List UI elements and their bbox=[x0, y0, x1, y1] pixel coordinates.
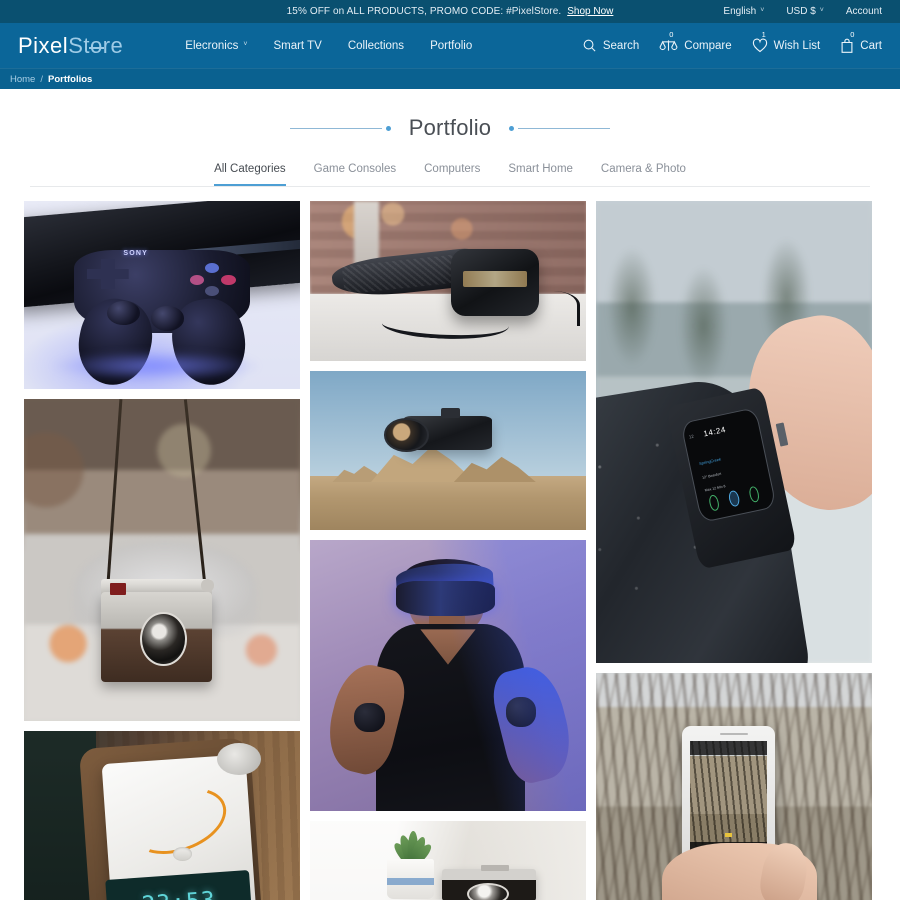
title-decoration-left bbox=[289, 125, 391, 131]
gallery-item-ps3-controller[interactable]: SONY bbox=[24, 201, 300, 389]
breadcrumb: Home / Portfolios bbox=[0, 68, 900, 89]
breadcrumb-separator: / bbox=[40, 73, 43, 85]
gallery-column-2 bbox=[310, 201, 586, 900]
compare-button[interactable]: 0 Compare bbox=[659, 31, 732, 53]
camera-desert-image bbox=[310, 371, 586, 530]
compare-icon: 0 bbox=[659, 31, 678, 53]
decoration-dot bbox=[509, 125, 515, 131]
watch-time: 14:24 bbox=[702, 424, 727, 438]
gallery-item-phone-photo[interactable] bbox=[596, 673, 872, 900]
nav-item-collections[interactable]: Collections bbox=[348, 40, 404, 52]
headphones-image bbox=[310, 201, 586, 361]
ps3-controller-image: SONY bbox=[24, 201, 300, 389]
compare-label: Compare bbox=[684, 39, 732, 52]
gallery-item-vintage-camera[interactable] bbox=[24, 399, 300, 721]
site-logo[interactable]: PixelStore bbox=[18, 33, 123, 59]
clock-display-time: 23:53 bbox=[141, 887, 217, 900]
compare-badge: 0 bbox=[669, 30, 674, 39]
account-label: Account bbox=[845, 6, 882, 17]
account-link[interactable]: Account bbox=[846, 6, 882, 17]
cart-label: Cart bbox=[860, 39, 882, 52]
filter-camera-photo[interactable]: Camera & Photo bbox=[601, 163, 686, 186]
decoration-dot bbox=[385, 125, 391, 131]
wishlist-label: Wish List bbox=[773, 39, 821, 52]
currency-selector[interactable]: USD $ ˅ bbox=[786, 6, 824, 17]
gallery-item-camera-desert[interactable] bbox=[310, 371, 586, 530]
gallery-column-3: 12 14:24 SpringCreek 12° Beaufort Max 12… bbox=[596, 201, 872, 900]
chevron-down-icon: ˅ bbox=[243, 41, 248, 48]
gallery-item-headphones[interactable] bbox=[310, 201, 586, 361]
search-button[interactable]: Search bbox=[582, 38, 639, 53]
logo-text-re: re bbox=[102, 32, 124, 58]
portfolio-gallery: SONY 12 14:24 SpringCreek 12° Beaufort M… bbox=[0, 201, 900, 900]
language-label: English bbox=[723, 6, 757, 17]
nav-label: Smart TV bbox=[273, 39, 322, 52]
logo-text-st: St bbox=[68, 32, 90, 58]
heart-icon: 1 bbox=[752, 31, 768, 53]
page-title-block: Portfolio bbox=[0, 115, 900, 141]
vr-headset-image bbox=[310, 540, 586, 811]
phone-photo-image bbox=[596, 673, 872, 900]
logo-text-pixel: Pixel bbox=[18, 32, 69, 58]
shopping-bag-icon: 0 bbox=[840, 30, 854, 54]
chevron-down-icon: ˅ bbox=[819, 7, 824, 14]
currency-label: USD $ bbox=[786, 6, 816, 17]
decoration-line bbox=[289, 127, 382, 129]
search-label: Search bbox=[602, 39, 640, 52]
chevron-down-icon: ˅ bbox=[760, 7, 765, 14]
nav-item-smart-tv[interactable]: Smart TV bbox=[273, 40, 321, 52]
apple-watch-image: 12 14:24 SpringCreek 12° Beaufort Max 12… bbox=[596, 201, 872, 663]
search-icon bbox=[582, 38, 597, 53]
watch-complication-label: SpringCreek bbox=[698, 455, 722, 466]
category-filter-tabs: All Categories Game Consoles Computers S… bbox=[30, 163, 870, 187]
nav-item-portfolio[interactable]: Portfolio bbox=[430, 40, 472, 52]
filter-computers[interactable]: Computers bbox=[424, 163, 480, 186]
watch-complication-line2: 12° Beaufort bbox=[701, 471, 722, 480]
wishlist-button[interactable]: 1 Wish List bbox=[752, 31, 821, 53]
watch-date: 12 bbox=[688, 433, 695, 440]
nav-label: Collections bbox=[347, 39, 405, 52]
nav-item-electronics[interactable]: Elecronics ˅ bbox=[185, 40, 247, 52]
gallery-item-alarm-clock[interactable]: 23:53 bbox=[24, 731, 300, 900]
filter-all-categories[interactable]: All Categories bbox=[214, 163, 286, 186]
cart-badge: 0 bbox=[850, 29, 855, 39]
logo-o-glyph: o bbox=[89, 32, 104, 58]
watch-complication-line3: Max 12 Min 8 bbox=[704, 483, 726, 492]
gallery-item-plant-camera[interactable] bbox=[310, 821, 586, 900]
gallery-item-apple-watch[interactable]: 12 14:24 SpringCreek 12° Beaufort Max 12… bbox=[596, 201, 872, 663]
promo-text: 15% OFF on ALL PRODUCTS, PROMO CODE: #Pi… bbox=[286, 6, 562, 17]
language-selector[interactable]: English ˅ bbox=[723, 6, 764, 17]
topbar-utility-links: English ˅ USD $ ˅ Account bbox=[723, 6, 900, 17]
breadcrumb-current: Portfolios bbox=[47, 73, 93, 85]
gallery-column-1: SONY bbox=[24, 201, 300, 900]
gallery-item-vr-headset[interactable] bbox=[310, 540, 586, 811]
wishlist-badge: 1 bbox=[761, 30, 766, 39]
plant-camera-image bbox=[310, 821, 586, 900]
filter-smart-home[interactable]: Smart Home bbox=[508, 163, 573, 186]
nav-label: Portfolio bbox=[430, 39, 473, 52]
breadcrumb-home[interactable]: Home bbox=[10, 74, 35, 85]
title-decoration-right bbox=[509, 125, 611, 131]
cart-button[interactable]: 0 Cart bbox=[840, 30, 882, 54]
announcement-bar: 15% OFF on ALL PRODUCTS, PROMO CODE: #Pi… bbox=[0, 0, 900, 23]
header-tools: Search 0 Compare 1 Wish List 0 Cart bbox=[582, 30, 882, 54]
site-header: PixelStore Elecronics ˅ Smart TV Collect… bbox=[0, 23, 900, 68]
page-title: Portfolio bbox=[408, 115, 492, 140]
main-navigation: Elecronics ˅ Smart TV Collections Portfo… bbox=[185, 40, 472, 52]
nav-label: Elecronics bbox=[185, 39, 239, 52]
shop-now-link[interactable]: Shop Now bbox=[567, 6, 613, 17]
filter-game-consoles[interactable]: Game Consoles bbox=[314, 163, 396, 186]
decoration-line bbox=[518, 127, 611, 129]
alarm-clock-image: 23:53 bbox=[24, 731, 300, 900]
vintage-camera-image bbox=[24, 399, 300, 721]
ps3-brand-text: SONY bbox=[123, 249, 148, 257]
